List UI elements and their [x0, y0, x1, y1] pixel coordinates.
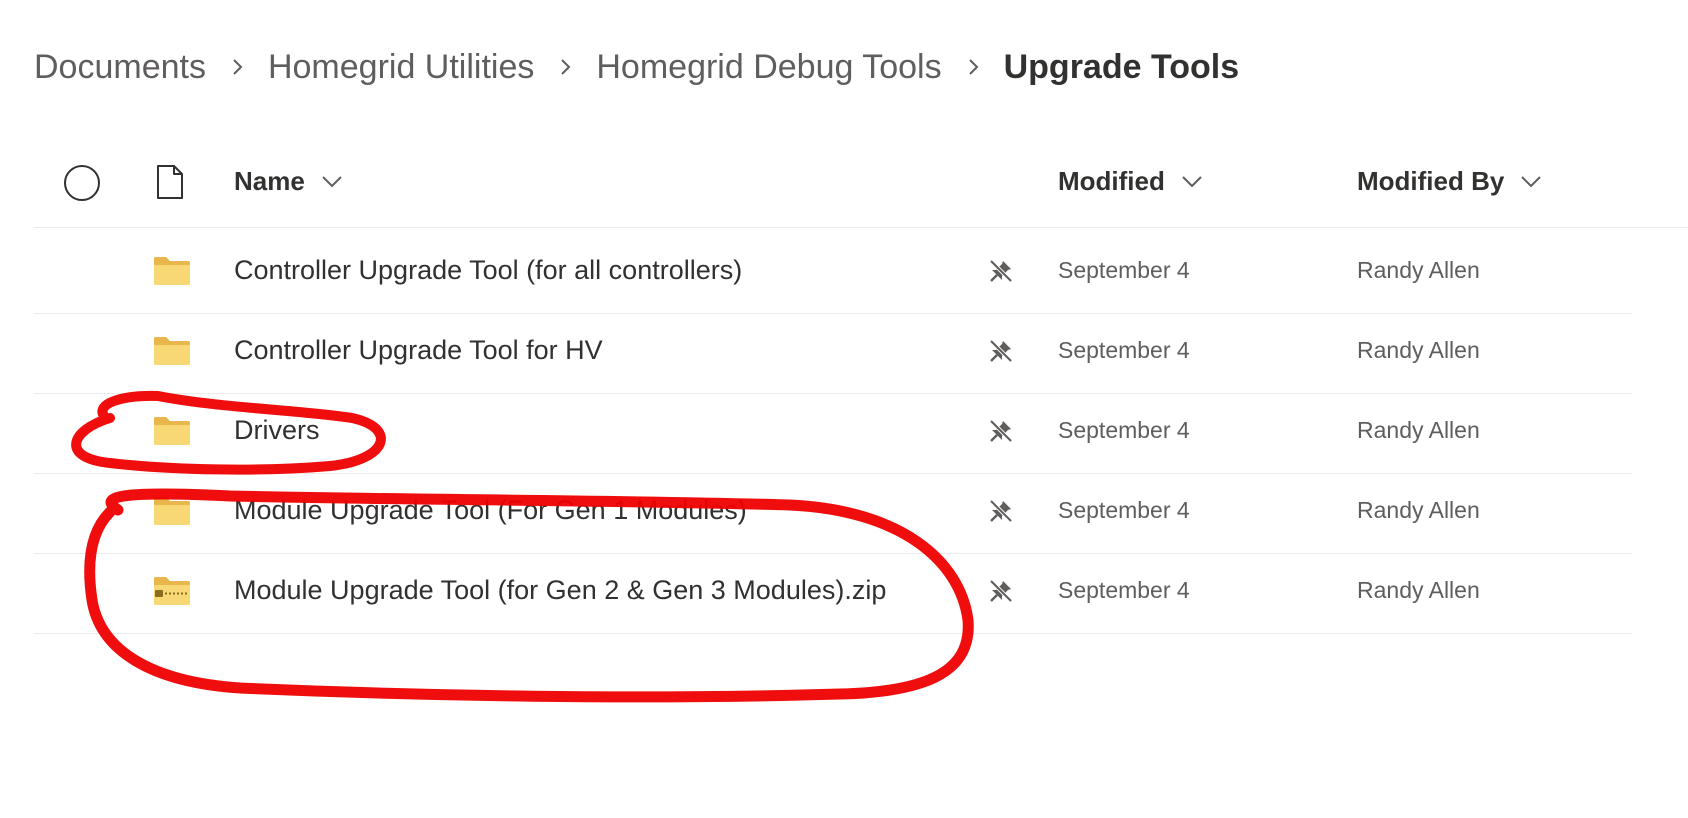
breadcrumb-homegrid-utilities[interactable]: Homegrid Utilities [268, 48, 534, 87]
chevron-right-icon [556, 57, 576, 77]
chevron-down-icon [1520, 175, 1542, 189]
column-header-name-label: Name [234, 166, 305, 196]
modified-by[interactable]: Randy Allen [1357, 468, 1480, 553]
breadcrumb-current: Upgrade Tools [1003, 47, 1240, 86]
column-header-modified[interactable]: Modified [1058, 136, 1203, 227]
modified-by[interactable]: Randy Allen [1357, 228, 1480, 313]
document-icon[interactable] [156, 136, 184, 227]
zip-folder-icon [153, 548, 191, 633]
breadcrumb-homegrid-debug-tools[interactable]: Homegrid Debug Tools [596, 48, 941, 87]
folder-icon [153, 388, 191, 473]
pin-off-icon[interactable] [988, 388, 1016, 473]
column-header-modified-label: Modified [1058, 166, 1165, 196]
folder-icon [153, 308, 191, 393]
chevron-down-icon [321, 175, 343, 189]
column-header-modified-by-label: Modified By [1357, 166, 1505, 196]
pin-off-icon[interactable] [988, 308, 1016, 393]
column-header-name[interactable]: Name [234, 136, 343, 227]
modified-by[interactable]: Randy Allen [1357, 308, 1480, 393]
modified-date: September 4 [1058, 577, 1190, 603]
list-row[interactable]: Module Upgrade Tool (for Gen 2 & Gen 3 M… [34, 548, 1632, 634]
file-name[interactable]: Drivers [234, 388, 320, 473]
list-row[interactable]: Controller Upgrade Tool for HV September… [34, 308, 1632, 394]
breadcrumb: Documents Homegrid Utilities Homegrid De… [34, 46, 1239, 88]
pin-off-icon[interactable] [988, 228, 1016, 313]
file-name[interactable]: Controller Upgrade Tool for HV [234, 308, 603, 393]
modified-by[interactable]: Randy Allen [1357, 388, 1480, 473]
chevron-right-icon [964, 57, 984, 77]
list-row[interactable]: Controller Upgrade Tool (for all control… [34, 228, 1632, 314]
modified-date: September 4 [1058, 257, 1190, 283]
modified-date: September 4 [1058, 497, 1190, 523]
pin-off-icon[interactable] [988, 468, 1016, 553]
file-name[interactable]: Module Upgrade Tool (for Gen 2 & Gen 3 M… [234, 548, 886, 633]
folder-icon [153, 468, 191, 553]
modified-date: September 4 [1058, 337, 1190, 363]
list-header: Name Modified Modified By [34, 136, 1688, 228]
pin-off-icon[interactable] [988, 548, 1016, 633]
list-row[interactable]: Module Upgrade Tool (For Gen 1 Modules) … [34, 468, 1632, 554]
breadcrumb-documents[interactable]: Documents [34, 48, 206, 87]
file-name[interactable]: Module Upgrade Tool (For Gen 1 Modules) [234, 468, 747, 553]
column-header-modified-by[interactable]: Modified By [1357, 136, 1542, 227]
chevron-down-icon [1181, 175, 1203, 189]
chevron-right-icon [228, 57, 248, 77]
modified-by[interactable]: Randy Allen [1357, 548, 1480, 633]
modified-date: September 4 [1058, 417, 1190, 443]
list-row[interactable]: Drivers September 4 Randy Allen [34, 388, 1632, 474]
file-name[interactable]: Controller Upgrade Tool (for all control… [234, 228, 742, 313]
select-all-circle-icon[interactable] [64, 165, 100, 201]
folder-icon [153, 228, 191, 313]
